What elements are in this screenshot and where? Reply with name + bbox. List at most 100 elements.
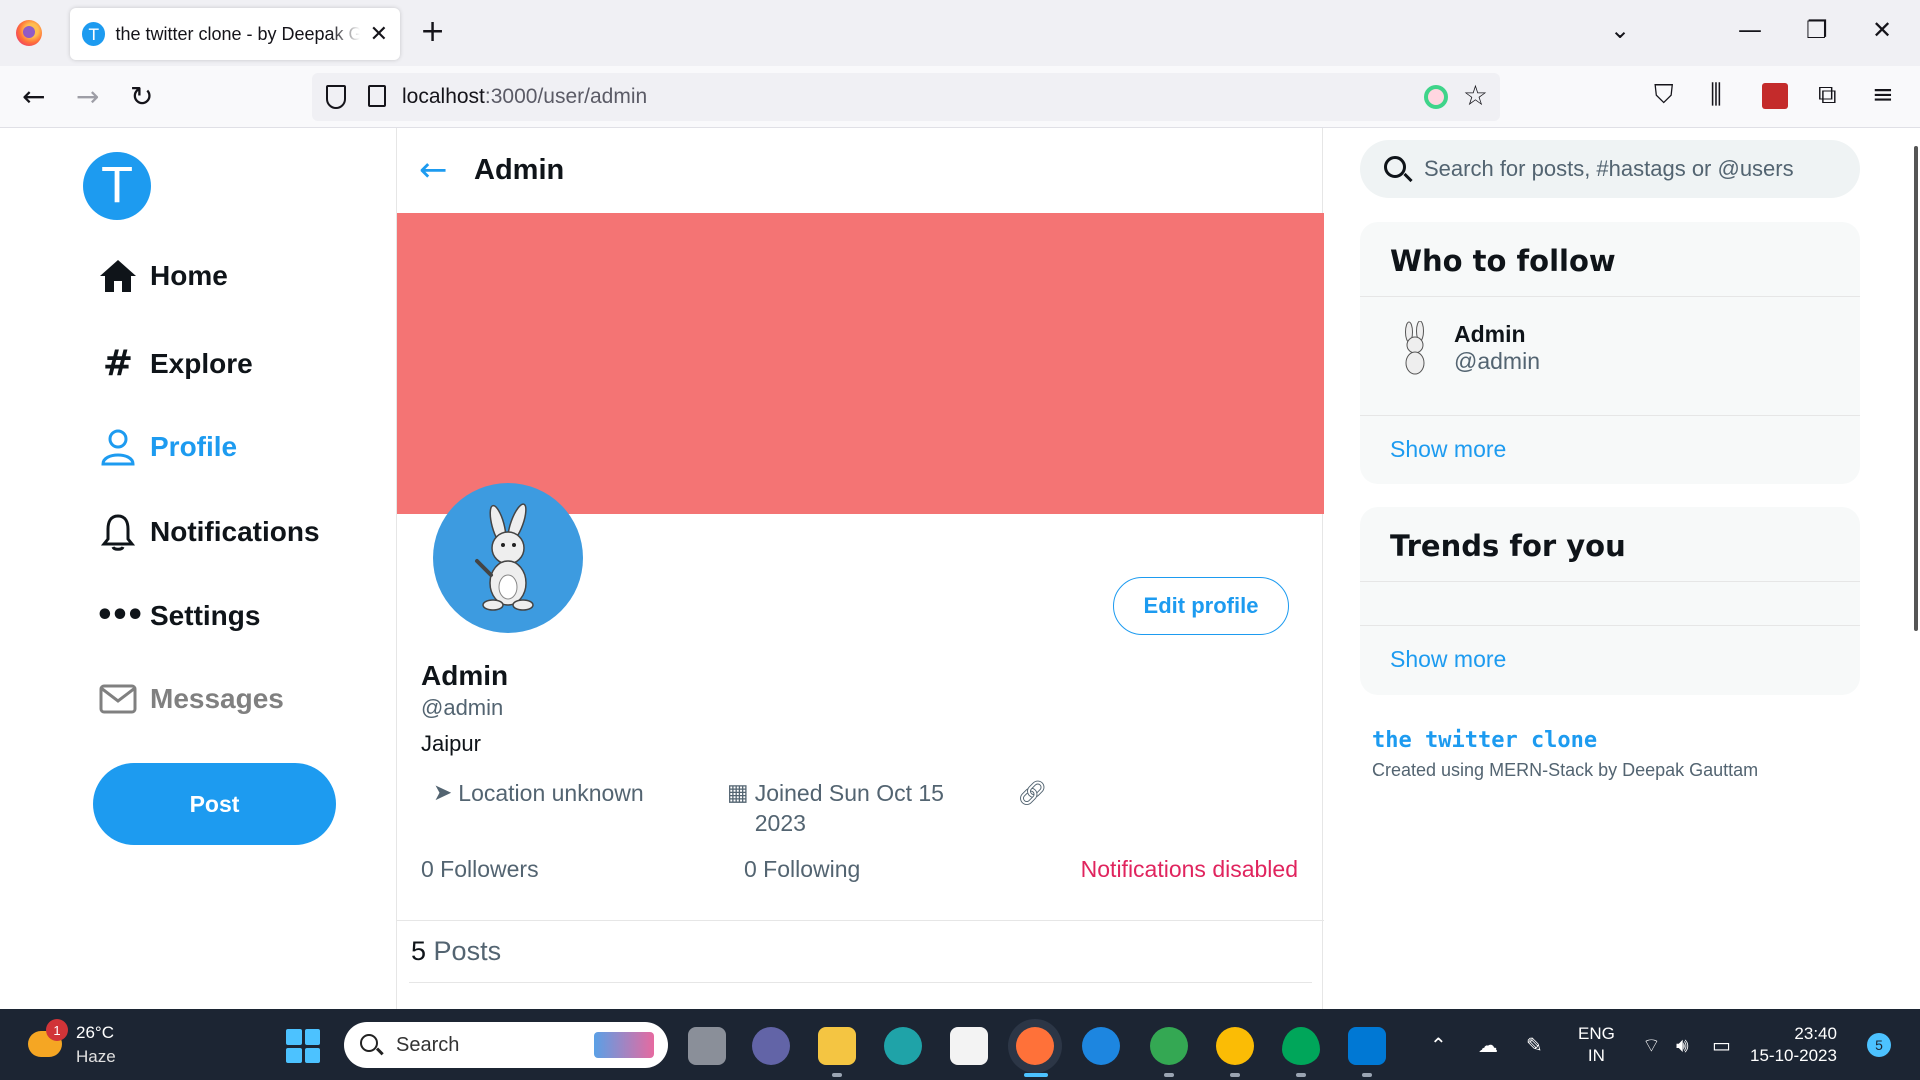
followers-link[interactable]: 0 Followers [421, 856, 539, 883]
scrollbar-thumb[interactable] [1914, 146, 1918, 631]
footer-title[interactable]: the twitter clone [1372, 728, 1597, 753]
home-icon [98, 258, 138, 294]
extension-icon[interactable] [1424, 85, 1448, 109]
wifi-icon[interactable]: ⌔ [1642, 1033, 1661, 1058]
location-arrow-icon: ➤ [433, 780, 453, 806]
profile-joined: ▦ Joined Sun Oct 15 2023 [727, 778, 944, 838]
sidebar-item-explore[interactable]: # Explore [98, 343, 253, 384]
trends-title: Trends for you [1390, 529, 1626, 563]
sidebar-item-home[interactable]: Home [98, 258, 228, 294]
trends-show-more-link[interactable]: Show more [1360, 626, 1860, 692]
bookmark-star-icon[interactable]: ☆ [1463, 79, 1488, 112]
weather-badge: 1 [46, 1019, 68, 1041]
posts-divider [409, 982, 1312, 983]
post-button[interactable]: Post [93, 763, 336, 845]
following-link[interactable]: 0 Following [744, 856, 860, 883]
language-indicator[interactable]: ENG IN [1578, 1023, 1615, 1067]
url-path: :3000/user/admin [484, 85, 648, 108]
avatar[interactable] [433, 483, 583, 633]
shield-icon[interactable] [326, 85, 346, 109]
chrome-profile-icon[interactable] [1216, 1027, 1254, 1065]
follow-user-handle: @admin [1454, 348, 1540, 374]
clock[interactable]: 23:40 15-10-2023 [1750, 1023, 1837, 1067]
firefox-taskbar-icon[interactable] [1016, 1027, 1054, 1065]
search-highlight-icon [594, 1032, 654, 1058]
app-indicator [1230, 1073, 1240, 1077]
search-placeholder: Search for posts, #hastags or @users [1424, 156, 1794, 181]
tray-overflow-icon[interactable]: ⌃ [1430, 1033, 1447, 1057]
clock-time: 23:40 [1794, 1024, 1837, 1043]
reload-icon[interactable]: ↻ [130, 80, 153, 113]
app-indicator [1164, 1073, 1174, 1077]
posts-label: Posts [433, 936, 502, 966]
file-explorer-icon[interactable] [818, 1027, 856, 1065]
pocket-icon[interactable]: ⛉ [1654, 80, 1674, 111]
url-host: localhost [402, 85, 485, 108]
taskbar: 1 26°C Haze Search ⌃ ☁ ✎ ENG IN ⌔ 🔊︎ ▭ 2… [0, 1009, 1920, 1080]
web-page: T Home # Explore Profile Notifications •… [0, 128, 1920, 1009]
new-tab-icon[interactable]: + [420, 14, 445, 49]
help-icon[interactable] [1082, 1027, 1120, 1065]
menu-icon[interactable]: ≡ [1872, 80, 1894, 110]
clock-date: 15-10-2023 [1750, 1046, 1837, 1065]
list-tabs-icon[interactable]: ⌄ [1610, 16, 1630, 44]
edge-icon[interactable] [884, 1027, 922, 1065]
show-more-link[interactable]: Show more [1360, 416, 1860, 482]
onedrive-icon[interactable]: ☁ [1478, 1033, 1498, 1057]
addon-icon[interactable] [1762, 83, 1788, 109]
profile-cover [397, 213, 1324, 514]
sidebar-item-label: Messages [150, 683, 284, 714]
back-icon[interactable]: ← [22, 80, 45, 113]
sidebar-item-label: Home [150, 260, 228, 291]
minimize-icon[interactable]: — [1738, 16, 1762, 44]
volume-icon[interactable]: 🔊︎ [1676, 1033, 1689, 1057]
start-button[interactable] [286, 1029, 320, 1063]
browser-tab[interactable]: T the twitter clone - by Deepak Gauttam … [70, 8, 400, 60]
taskbar-search[interactable]: Search [344, 1022, 668, 1068]
mail-icon [98, 684, 138, 714]
forward-icon[interactable]: → [76, 80, 99, 113]
vscode-icon[interactable] [1348, 1027, 1386, 1065]
back-arrow-icon[interactable]: ← [419, 150, 448, 190]
app-logo[interactable]: T [83, 152, 151, 220]
link-icon[interactable]: 🔗︎ [1017, 778, 1047, 808]
notification-center-badge[interactable]: 5 [1867, 1033, 1891, 1057]
url-bar[interactable]: localhost:3000/user/admin ☆ [312, 73, 1500, 121]
search-input[interactable]: Search for posts, #hastags or @users [1360, 140, 1860, 198]
scrollbar[interactable] [1908, 128, 1920, 1009]
trends-list [1360, 582, 1860, 625]
browser-tabbar: T the twitter clone - by Deepak Gauttam … [0, 0, 1920, 66]
joined-text: Joined Sun Oct 15 2023 [755, 778, 944, 838]
calendar-icon: ▦ [727, 780, 749, 806]
tab-favicon: T [82, 22, 106, 46]
joined-line1: Joined Sun Oct 15 [754, 780, 944, 806]
weather-temp: 26°C [76, 1023, 114, 1042]
sidebar-item-label: Settings [150, 599, 261, 631]
chat-icon[interactable] [752, 1027, 790, 1065]
lang-primary: ENG [1578, 1024, 1615, 1043]
pen-icon[interactable]: ✎ [1526, 1033, 1543, 1057]
app-indicator [832, 1073, 842, 1077]
browser-navbar: ← → ↻ localhost:3000/user/admin ☆ ⛉ ⫼ ⧉ … [0, 66, 1920, 128]
task-view-icon[interactable] [688, 1027, 726, 1065]
profile-handle: @admin [421, 695, 504, 720]
bell-icon [98, 513, 138, 551]
sidebar-item-profile[interactable]: Profile [98, 428, 237, 466]
edit-profile-button[interactable]: Edit profile [1113, 577, 1289, 635]
store-icon[interactable] [950, 1027, 988, 1065]
library-icon[interactable]: ⫼ [1710, 80, 1722, 111]
chrome-icon[interactable] [1150, 1027, 1188, 1065]
sidebar-item-settings[interactable]: ••• Settings [95, 598, 261, 633]
sidebar-item-notifications[interactable]: Notifications [98, 513, 320, 551]
page-info-icon[interactable] [368, 85, 386, 107]
notifications-status[interactable]: Notifications disabled [1081, 856, 1298, 883]
sidebar-item-messages[interactable]: Messages [98, 683, 284, 715]
restore-icon[interactable]: ❐ [1806, 16, 1828, 44]
close-window-icon[interactable]: ✕ [1872, 16, 1892, 44]
battery-icon[interactable]: ▭ [1712, 1033, 1731, 1057]
extensions-icon[interactable]: ⧉ [1818, 80, 1837, 111]
mongodb-icon[interactable] [1282, 1027, 1320, 1065]
firefox-icon[interactable] [16, 20, 42, 46]
follow-suggestion[interactable]: Admin @admin [1360, 297, 1860, 415]
tab-close-icon[interactable]: ✕ [370, 22, 388, 47]
